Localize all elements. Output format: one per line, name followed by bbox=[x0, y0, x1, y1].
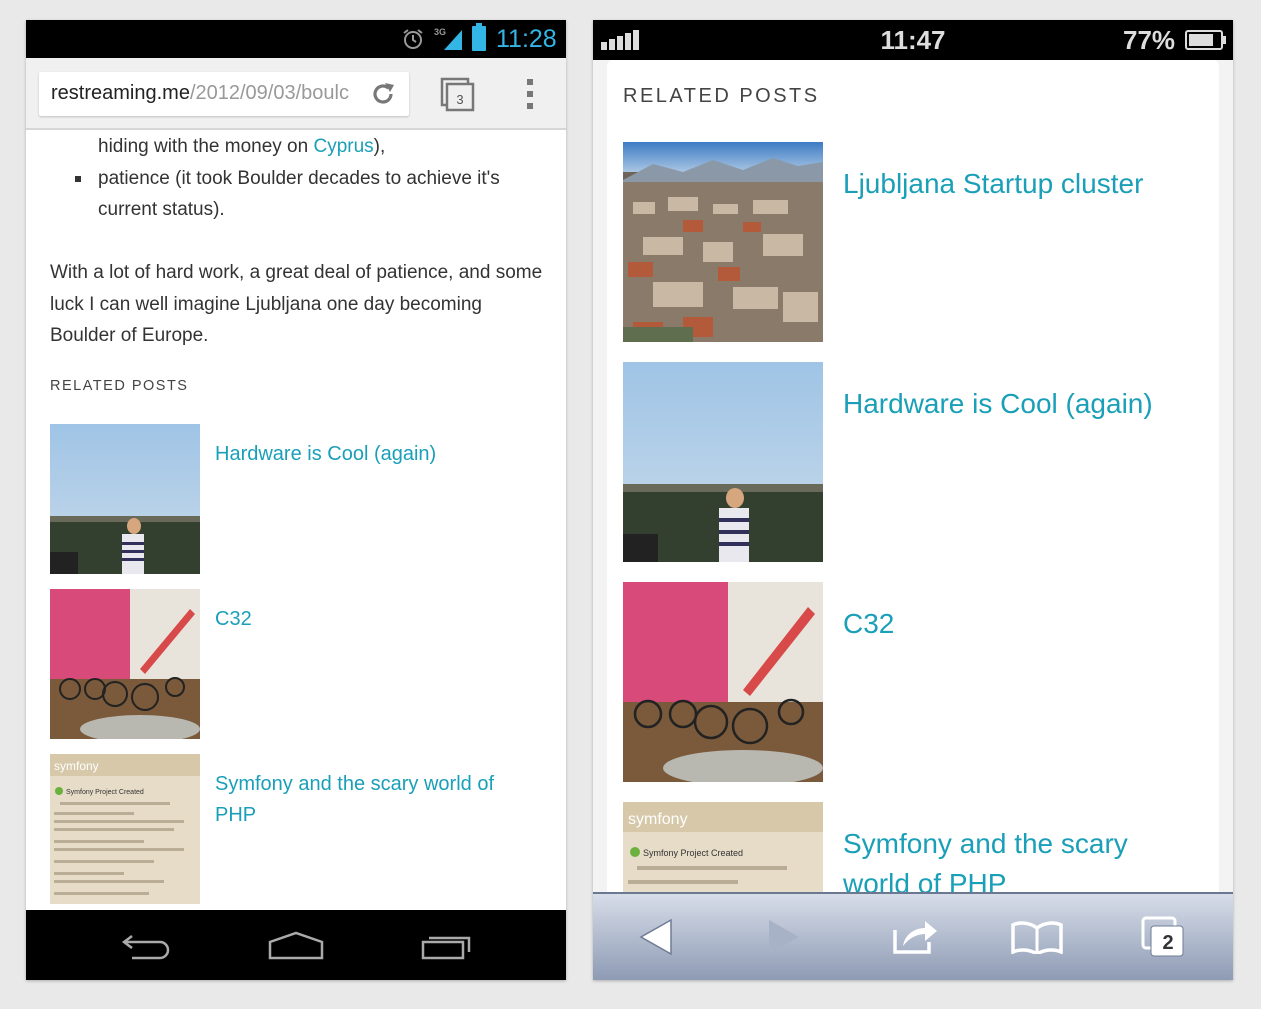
bookmarks-icon[interactable] bbox=[1011, 920, 1063, 954]
related-post-thumbnail-hardware[interactable] bbox=[623, 362, 823, 562]
url-host: restreaming.me bbox=[51, 82, 190, 104]
related-post-title[interactable]: C32 bbox=[843, 604, 1203, 644]
android-page-content: hiding with the money on Cyprus), patien… bbox=[38, 130, 554, 910]
svg-text:Symfony Project Created: Symfony Project Created bbox=[643, 848, 743, 858]
article-paragraph: With a lot of hard work, a great deal of… bbox=[50, 262, 543, 346]
alarm-icon bbox=[403, 29, 423, 49]
android-browser-toolbar: restreaming.me/2012/09/03/boulc 3 bbox=[26, 58, 566, 130]
related-posts-heading: RELATED POSTS bbox=[50, 378, 189, 394]
back-icon[interactable] bbox=[639, 918, 673, 956]
battery-percentage: 77% bbox=[1123, 25, 1176, 55]
symfony-screenshot: symfony Symfony Project Created bbox=[623, 802, 823, 892]
svg-text:3G: 3G bbox=[434, 27, 446, 37]
back-icon[interactable] bbox=[120, 930, 172, 960]
svg-text:symfony: symfony bbox=[628, 811, 688, 828]
related-post-title[interactable]: Ljubljana Startup cluster bbox=[843, 164, 1203, 204]
battery-icon bbox=[472, 23, 486, 51]
android-clock: 11:28 bbox=[496, 25, 557, 53]
related-post-title[interactable]: Hardware is Cool (again) bbox=[843, 384, 1203, 424]
recent-apps-icon[interactable] bbox=[420, 930, 474, 960]
related-post-thumbnail-symfony[interactable]: symfony Symfony Project Created bbox=[50, 754, 200, 904]
cyprus-link[interactable]: Cyprus bbox=[313, 136, 373, 157]
list-item: patience (it took Boulder decades to ach… bbox=[98, 168, 500, 189]
ios-page-content: RELATED POSTS Ljubljana Startup cluster … bbox=[607, 60, 1219, 892]
safari-bottom-toolbar: 2 bbox=[593, 892, 1233, 980]
related-post-thumbnail-c32[interactable] bbox=[623, 582, 823, 782]
overflow-menu-icon[interactable] bbox=[522, 76, 538, 112]
ios-status-bar: 11:47 77% bbox=[593, 20, 1233, 60]
related-post-title[interactable]: Symfony and the scary world of PHP bbox=[215, 769, 535, 831]
related-post-thumbnail-c32[interactable] bbox=[50, 589, 200, 739]
android-status-bar: 3G 11:28 bbox=[26, 20, 566, 58]
bullet-marker bbox=[75, 176, 81, 182]
share-icon[interactable] bbox=[891, 916, 941, 956]
address-bar[interactable]: restreaming.me/2012/09/03/boulc bbox=[39, 72, 409, 116]
android-phone-screenshot: 3G 11:28 restreaming.me/2012/09/03/boulc… bbox=[26, 20, 566, 980]
signal-3g-icon: 3G bbox=[434, 27, 462, 50]
lecture-photo bbox=[50, 424, 200, 574]
bike-room-photo bbox=[623, 582, 823, 782]
related-post-title[interactable]: Symfony and the scary world of PHP bbox=[843, 824, 1203, 892]
iphone-screenshot: 11:47 77% RELATED POSTS Ljubljana Startu… bbox=[593, 20, 1233, 980]
android-navigation-bar bbox=[26, 910, 566, 980]
related-post-thumbnail-symfony[interactable]: symfony Symfony Project Created bbox=[623, 802, 823, 892]
related-post-thumbnail-ljubljana[interactable] bbox=[623, 142, 823, 342]
forward-icon[interactable] bbox=[767, 918, 801, 956]
tabs-count: 3 bbox=[456, 92, 464, 107]
lecture-photo bbox=[623, 362, 823, 562]
svg-text:Symfony Project Created: Symfony Project Created bbox=[66, 789, 144, 796]
symfony-screenshot: symfony Symfony Project Created bbox=[50, 754, 200, 904]
list-item: hiding with the money on Cyprus), bbox=[98, 136, 386, 157]
tabs-count: 2 bbox=[1162, 932, 1174, 954]
list-item-continuation: current status). bbox=[98, 199, 225, 220]
url-path: /2012/09/03/boulc bbox=[189, 82, 349, 104]
related-post-title[interactable]: C32 bbox=[215, 604, 535, 635]
related-post-thumbnail-hardware[interactable] bbox=[50, 424, 200, 574]
bike-room-photo bbox=[50, 589, 200, 739]
svg-text:symfony: symfony bbox=[54, 759, 99, 773]
city-aerial-photo bbox=[623, 142, 823, 342]
battery-icon bbox=[1185, 30, 1226, 50]
related-post-title[interactable]: Hardware is Cool (again) bbox=[215, 439, 535, 470]
related-posts-heading: RELATED POSTS bbox=[623, 85, 820, 107]
reload-icon[interactable] bbox=[369, 80, 397, 108]
home-icon[interactable] bbox=[268, 930, 324, 960]
